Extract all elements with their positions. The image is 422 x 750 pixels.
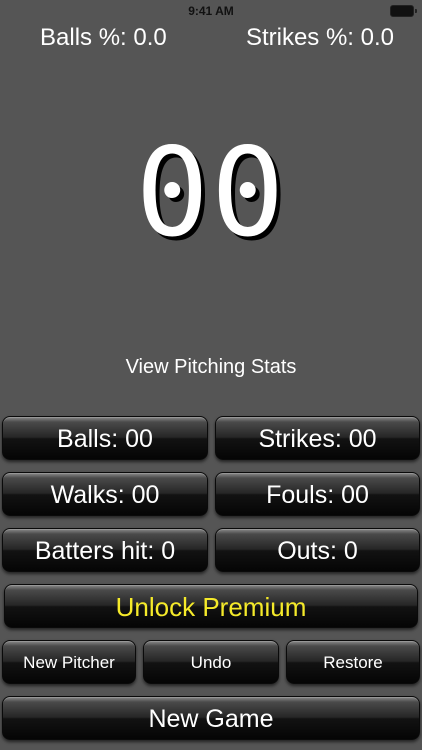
status-time: 9:41 AM <box>188 4 234 18</box>
strikes-percentage: Strikes %: 0.0 <box>245 24 394 51</box>
new-game-button[interactable]: New Game <box>2 696 420 740</box>
strikes-button[interactable]: Strikes: 00 <box>215 416 420 460</box>
pitch-count-display: 00 <box>135 122 287 264</box>
restore-button[interactable]: Restore <box>286 640 420 684</box>
undo-button[interactable]: Undo <box>143 640 279 684</box>
batters-hit-button[interactable]: Batters hit: 0 <box>2 528 208 572</box>
outs-button[interactable]: Outs: 0 <box>215 528 420 572</box>
fouls-button[interactable]: Fouls: 00 <box>215 472 420 516</box>
status-bar: 9:41 AM <box>0 0 422 22</box>
balls-percentage: Balls %: 0.0 <box>40 24 167 51</box>
pitch-counter-screen: 9:41 AM Balls %: 0.0 Strikes %: 0.0 00 V… <box>0 0 422 750</box>
battery-icon <box>390 5 417 17</box>
walks-button[interactable]: Walks: 00 <box>2 472 208 516</box>
balls-button[interactable]: Balls: 00 <box>2 416 208 460</box>
percentages-row: Balls %: 0.0 Strikes %: 0.0 <box>0 24 422 54</box>
view-pitching-stats-button[interactable]: View Pitching Stats <box>0 356 422 379</box>
unlock-premium-button[interactable]: Unlock Premium <box>4 584 418 628</box>
new-pitcher-button[interactable]: New Pitcher <box>2 640 136 684</box>
